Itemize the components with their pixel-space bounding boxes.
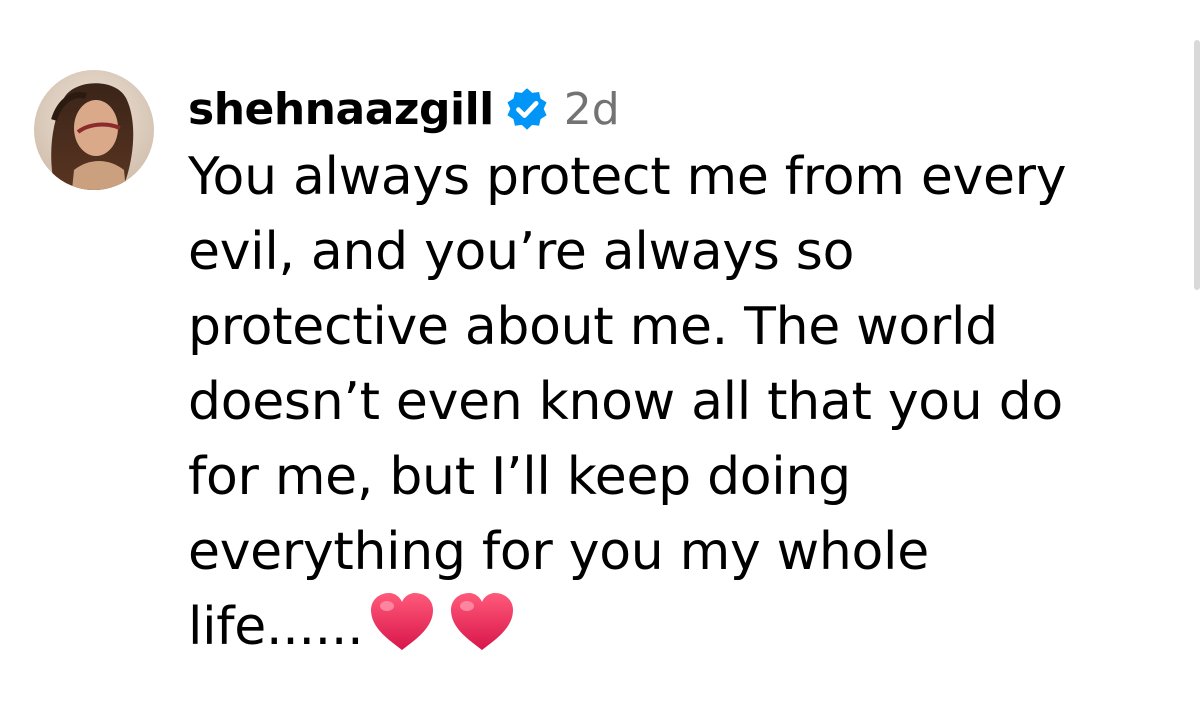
red-heart-emoji-icon [449,592,515,652]
avatar-image [34,70,154,190]
username-link[interactable]: shehnaazgill [188,84,494,135]
emoji-group [369,592,529,652]
comment-view: shehnaazgill 2d You always protect me fr… [0,0,1200,720]
comment-text-line: for me, but I’ll keep doing [188,447,851,507]
comment-text: You always protect me from every evil, a… [188,140,1148,665]
comment-text-line: protective about me. The world [188,297,998,357]
red-heart-emoji-icon [369,592,435,652]
timestamp-link[interactable]: 2d [564,84,620,135]
comment-text-line: life...... [188,597,364,657]
comment-text-line: You always protect me from every [188,147,1067,207]
comment-text-line: doesn’t even know all that you do [188,372,1063,432]
scrollbar[interactable] [1194,40,1200,290]
comment-last-line: life...... [188,590,1148,665]
comment-header: shehnaazgill 2d [188,74,1148,144]
comment-item: shehnaazgill 2d You always protect me fr… [34,70,1148,665]
verified-badge-icon [504,86,550,132]
comment-body: shehnaazgill 2d You always protect me fr… [188,70,1148,665]
comment-text-line: evil, and you’re always so [188,222,855,282]
comment-text-line: everything for you my whole [188,522,929,582]
avatar[interactable] [34,70,154,190]
